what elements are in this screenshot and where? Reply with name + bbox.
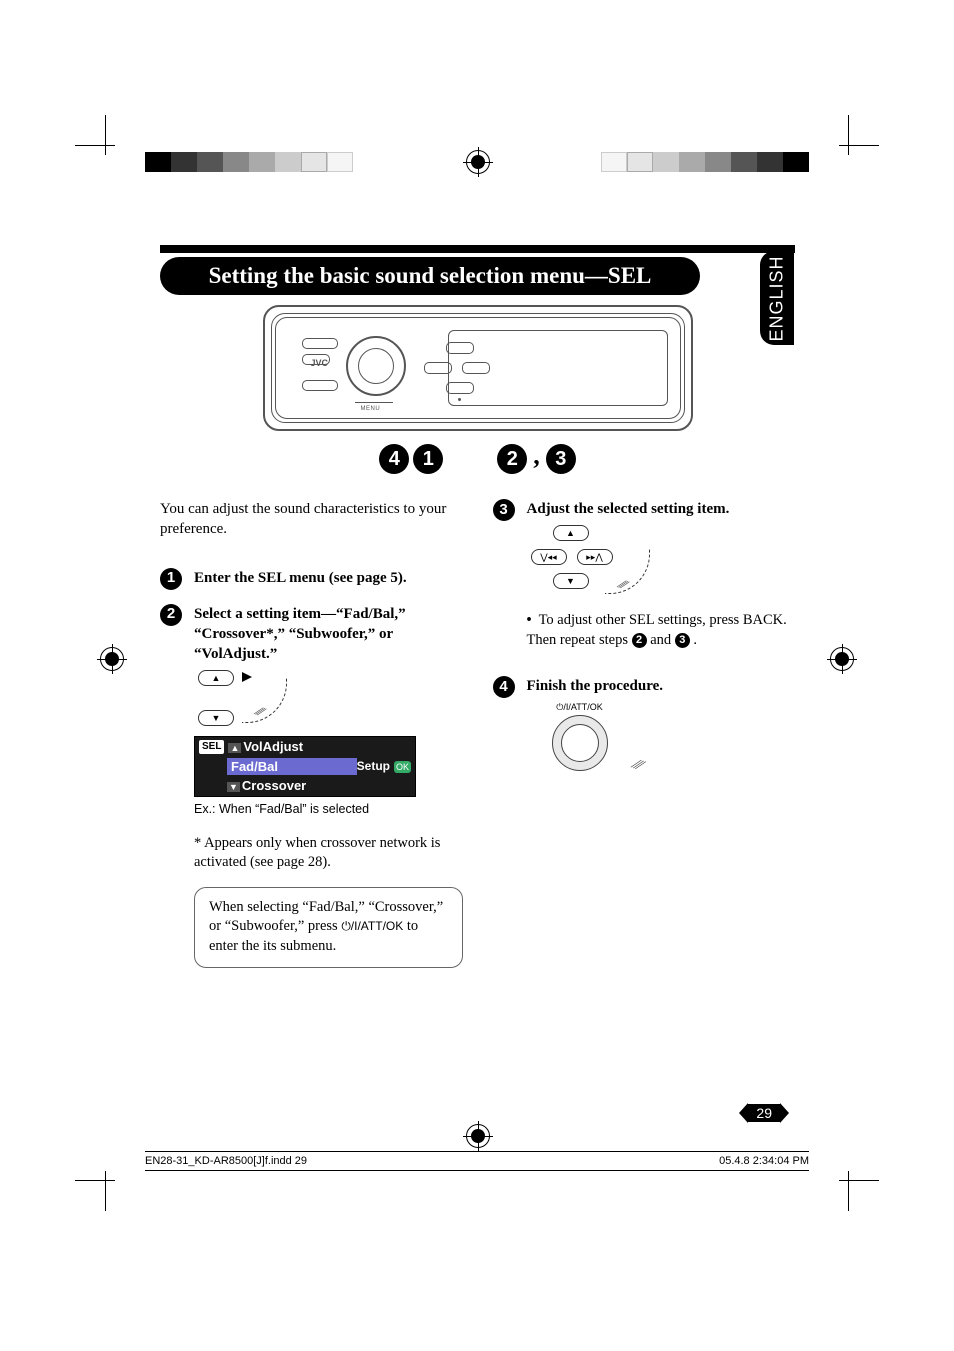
step-3: 3 Adjust the selected setting item. ▲ ⋁◂… bbox=[493, 499, 796, 650]
step-marker-1: 1 bbox=[413, 444, 443, 474]
color-calibration-bar bbox=[145, 152, 353, 172]
step-1: 1 Enter the SEL menu (see page 5). bbox=[160, 568, 463, 590]
sel-badge: SEL bbox=[199, 740, 224, 754]
registration-mark-icon bbox=[100, 647, 124, 671]
up-pill-icon: ▲ bbox=[553, 525, 589, 541]
crop-mark bbox=[829, 135, 859, 165]
step-2: 2 Select a setting item—“Fad/Bal,” “Cros… bbox=[160, 604, 463, 968]
device-button-icon bbox=[302, 338, 338, 349]
header-strip bbox=[160, 245, 795, 253]
device-illustration: JVC MENU bbox=[263, 305, 693, 431]
down-pill-icon: ▼ bbox=[198, 710, 234, 726]
submenu-note: When selecting “Fad/Bal,” “Crossover,” o… bbox=[194, 887, 463, 968]
step-number-icon: 4 bbox=[493, 676, 515, 698]
content-area: Setting the basic sound selection menu—S… bbox=[160, 245, 795, 982]
device-screen bbox=[448, 330, 668, 406]
manual-page: ENGLISH Setting the basic sound selectio… bbox=[0, 0, 954, 1351]
down-pill-icon: ▼ bbox=[553, 573, 589, 589]
crossover-footnote: * Appears only when crossover network is… bbox=[194, 834, 463, 873]
up-down-buttons-illustration: ▲ ▼ ⁄⁄⁄ bbox=[198, 670, 318, 730]
list-item: VolAdjust bbox=[243, 738, 303, 756]
registration-mark-icon bbox=[830, 647, 854, 671]
comma: , bbox=[531, 441, 542, 477]
step-number-icon: 1 bbox=[160, 568, 182, 590]
page-number-value: 29 bbox=[748, 1104, 780, 1122]
left-column: You can adjust the sound characteristics… bbox=[160, 499, 463, 982]
crop-mark bbox=[829, 1161, 859, 1191]
print-footer: EN28-31_KD-AR8500[J]f.indd 29 05.4.8 2:3… bbox=[145, 1151, 809, 1171]
intro-text: You can adjust the sound characteristics… bbox=[160, 499, 463, 540]
inline-step-3: 3 bbox=[675, 633, 690, 648]
power-button-illustration: ⏻/I/ATT/OK ⁄⁄⁄ bbox=[535, 701, 625, 779]
color-calibration-bar bbox=[601, 152, 809, 172]
step-marker-2: 2 bbox=[497, 444, 527, 474]
direction-buttons-illustration: ▲ ⋁◂◂ ▸▸⋀ ▼ ⁄⁄⁄ bbox=[531, 525, 651, 601]
dial-icon bbox=[346, 336, 406, 396]
registration-mark-icon bbox=[466, 1124, 490, 1148]
list-item: Crossover bbox=[242, 777, 306, 795]
step-marker-3: 3 bbox=[546, 444, 576, 474]
step-marker-4: 4 bbox=[379, 444, 409, 474]
ok-badge: OK bbox=[394, 761, 411, 773]
right-column: 3 Adjust the selected setting item. ▲ ⋁◂… bbox=[493, 499, 796, 982]
step-4: 4 Finish the procedure. ⏻/I/ATT/OK ⁄⁄⁄ bbox=[493, 676, 796, 778]
list-up-icon bbox=[228, 738, 243, 756]
registration-mark-icon bbox=[466, 150, 490, 174]
step-3-text: Adjust the selected setting item. bbox=[527, 501, 730, 517]
up-pill-icon: ▲ bbox=[198, 670, 234, 686]
step-number-icon: 3 bbox=[493, 499, 515, 521]
menu-label: MENU bbox=[361, 406, 381, 412]
sel-display-mock: SEL VolAdjust Fad/Bal Setup OK bbox=[194, 736, 416, 797]
page-number: 29 bbox=[739, 1103, 789, 1123]
motion-curve-icon bbox=[605, 549, 650, 594]
device-button-icon bbox=[302, 380, 338, 391]
step-2-text: Select a setting item—“Fad/Bal,” “Crosso… bbox=[194, 606, 406, 663]
press-motion-icon: ⁄⁄⁄ bbox=[635, 756, 642, 776]
footer-timestamp: 05.4.8 2:34:04 PM bbox=[719, 1155, 809, 1167]
step-number-icon: 2 bbox=[160, 604, 182, 626]
section-title: Setting the basic sound selection menu—S… bbox=[160, 257, 700, 295]
power-button-label: ⏻/I/ATT/OK bbox=[535, 701, 625, 713]
list-down-icon bbox=[227, 777, 242, 795]
brand-label: JVC bbox=[311, 358, 329, 368]
bullet-and: and bbox=[650, 632, 675, 648]
prev-pill-icon: ⋁◂◂ bbox=[531, 549, 567, 565]
setup-label: Setup bbox=[357, 758, 390, 774]
crop-mark bbox=[95, 135, 125, 165]
bullet-period: . bbox=[693, 632, 697, 648]
step-3-bullet: • To adjust other SEL settings, press BA… bbox=[527, 611, 796, 650]
inline-step-2: 2 bbox=[632, 633, 647, 648]
power-att-ok-icon: ⏻/I/ATT/OK bbox=[341, 918, 403, 934]
step-4-text: Finish the procedure. bbox=[527, 678, 664, 694]
callout-numbers: 4 1 2 , 3 bbox=[160, 441, 795, 477]
crop-mark bbox=[95, 1161, 125, 1191]
display-caption: Ex.: When “Fad/Bal” is selected bbox=[194, 801, 463, 818]
motion-curve-icon bbox=[242, 678, 287, 723]
step-1-text: Enter the SEL menu (see page 5). bbox=[194, 570, 407, 586]
list-item-selected: Fad/Bal bbox=[227, 758, 357, 776]
footer-filename: EN28-31_KD-AR8500[J]f.indd 29 bbox=[145, 1155, 307, 1167]
